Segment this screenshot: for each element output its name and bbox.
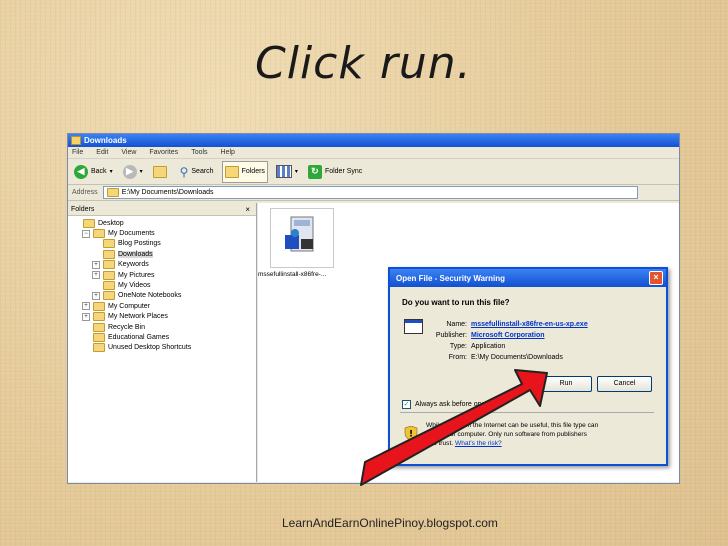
slide-footer: LearnAndEarnOnlinePinoy.blogspot.com [282,516,498,530]
red-arrow-icon [360,369,548,486]
arrow-overlay [360,369,548,486]
